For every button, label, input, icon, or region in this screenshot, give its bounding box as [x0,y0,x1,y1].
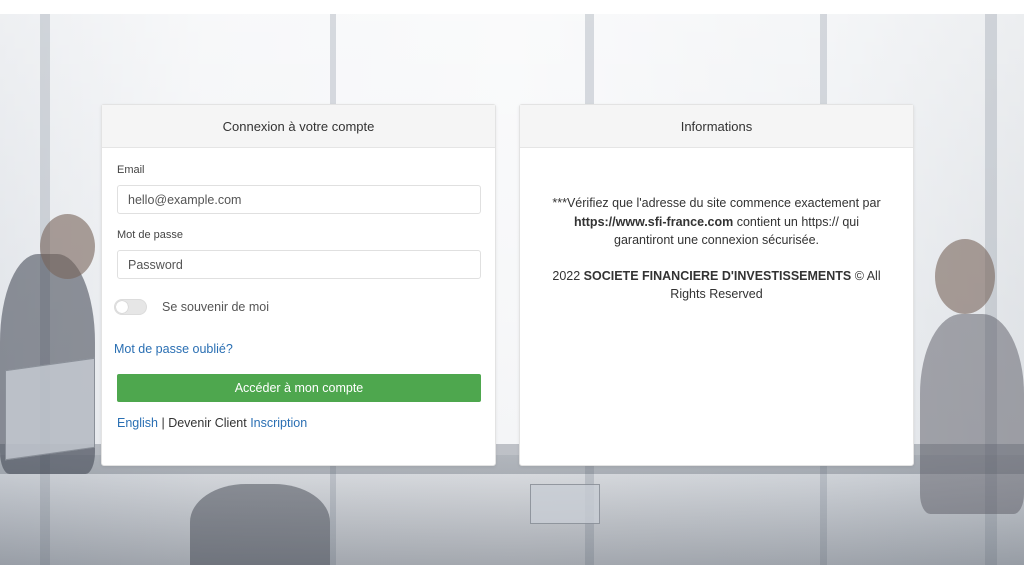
email-input[interactable]: hello@example.com [117,185,481,214]
remember-me-row: Se souvenir de moi [114,299,480,315]
links-separator: | [158,416,169,430]
email-label: Email [117,164,145,176]
login-footer-links: English | Devenir Client Inscription [117,416,480,430]
toggle-knob [116,301,128,313]
remember-me-toggle[interactable] [114,299,147,315]
signup-link[interactable]: Inscription [250,416,307,430]
notice-prefix: ***Vérifiez que l'adresse du site commen… [552,196,881,210]
login-submit-button[interactable]: Accéder à mon compte [117,374,481,402]
forgot-password-link[interactable]: Mot de passe oublié? [114,342,480,356]
site-url: https://www.sfi-france.com [573,214,734,229]
login-card-header: Connexion à votre compte [102,105,495,148]
english-link[interactable]: English [117,416,158,430]
info-title: Informations [680,118,753,134]
info-body: ***Vérifiez que l'adresse du site commen… [520,148,913,304]
copyright-notice: 2022 SOCIETE FINANCIERE D'INVESTISSEMENT… [545,267,888,304]
login-form: Email hello@example.com Mot de passe Pas… [102,148,495,430]
email-placeholder: hello@example.com [128,192,242,207]
info-card-header: Informations [520,105,913,148]
company-name: SOCIETE FINANCIERE D'INVESTISSEMENTS [583,268,852,283]
copyright-year: 2022 [552,268,584,283]
info-card: Informations ***Vérifiez que l'adresse d… [519,104,914,466]
password-label: Mot de passe [117,229,184,241]
login-title: Connexion à votre compte [222,118,375,134]
login-card: Connexion à votre compte Email hello@exa… [101,104,496,466]
remember-me-label: Se souvenir de moi [162,300,270,314]
password-placeholder: Password [128,257,183,272]
become-client-text: Devenir Client [168,416,251,430]
password-input[interactable]: Password [117,250,481,279]
security-notice: ***Vérifiez que l'adresse du site commen… [545,194,888,250]
